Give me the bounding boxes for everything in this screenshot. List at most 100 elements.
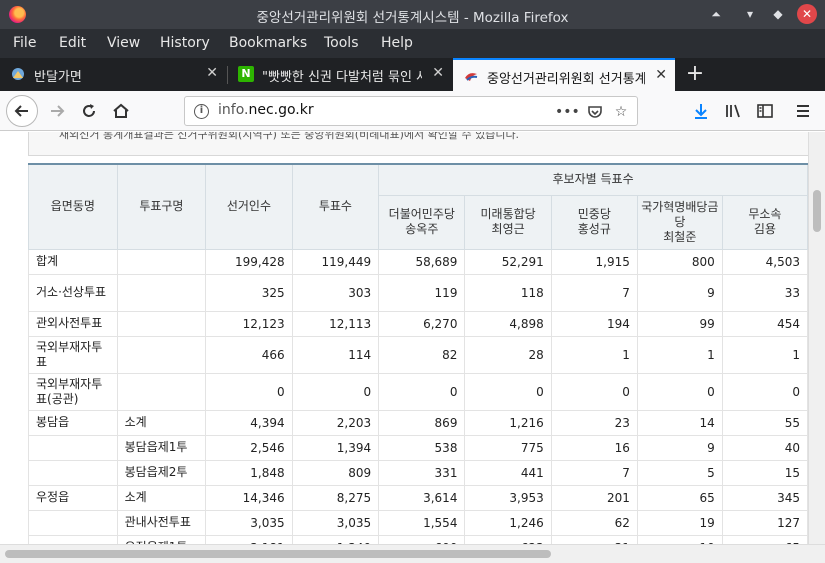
notice-text: 재외선거 통계개표결과는 선거구위원회(지역구) 또는 중앙위원회(비례대표)에… xyxy=(28,132,808,156)
reload-button[interactable] xyxy=(74,96,104,126)
value-cell: 4,898 xyxy=(464,311,552,337)
menu-tools[interactable]: Tools xyxy=(324,35,359,51)
collapse-icon[interactable]: ▾ xyxy=(740,5,760,23)
url-bar[interactable]: i info.nec.go.kr ••• ☆ xyxy=(184,96,638,126)
value-cell: 118 xyxy=(464,274,552,312)
bookmark-star-icon[interactable]: ☆ xyxy=(610,101,632,123)
header-voters: 선거인수 xyxy=(205,163,293,250)
pocket-shape xyxy=(588,106,602,118)
header-candidate: 무소속 김용 xyxy=(721,194,808,250)
vertical-scrollbar[interactable] xyxy=(808,132,825,544)
menu-history[interactable]: History xyxy=(160,35,210,51)
candidate-party: 무소속 xyxy=(748,207,782,221)
district-cell xyxy=(28,435,118,461)
value-cell: 3,614 xyxy=(378,485,466,511)
precinct-cell xyxy=(116,336,207,374)
value-cell: 65 xyxy=(721,535,808,544)
precinct-cell xyxy=(116,274,207,312)
horizontal-scrollbar[interactable] xyxy=(0,544,825,563)
value-cell: 127 xyxy=(721,510,808,536)
tab-nec[interactable]: 중앙선거관리위원회 선거통계 ✕ xyxy=(453,58,675,91)
minimize-icon[interactable]: ⏶ xyxy=(706,5,726,23)
value-cell: 303 xyxy=(291,274,380,312)
close-tab-icon[interactable]: ✕ xyxy=(432,65,444,81)
value-cell: 1 xyxy=(636,336,723,374)
hamburger-menu-button[interactable] xyxy=(788,96,818,126)
horizontal-scroll-thumb[interactable] xyxy=(5,550,551,558)
value-cell: 1,394 xyxy=(291,435,380,461)
menu-view[interactable]: View xyxy=(107,35,140,51)
value-cell: 194 xyxy=(550,311,638,337)
header-candidate: 더불어민주당 송옥주 xyxy=(378,194,466,250)
value-cell: 0 xyxy=(721,373,808,411)
value-cell: 23 xyxy=(550,410,638,436)
table-row: 거소·선상투표 325 303 119 118 7 9 33 xyxy=(28,274,808,312)
value-cell: 12,123 xyxy=(205,311,293,337)
candidate-name: 최철준 xyxy=(663,229,697,244)
close-tab-icon[interactable]: ✕ xyxy=(655,67,667,83)
precinct-cell: 봉담읍제1투 xyxy=(116,435,207,461)
value-cell: 9 xyxy=(636,435,723,461)
new-tab-button[interactable]: + xyxy=(683,62,707,86)
value-cell: 4,503 xyxy=(721,249,808,275)
value-cell: 52,291 xyxy=(464,249,552,275)
tab-bandal[interactable]: 반달가면 ✕ xyxy=(0,58,226,91)
menu-bar: File Edit View History Bookmarks Tools H… xyxy=(0,29,825,58)
value-cell: 14 xyxy=(636,410,723,436)
value-cell: 31 xyxy=(550,535,638,544)
value-cell: 201 xyxy=(550,485,638,511)
naver-favicon-icon: N xyxy=(238,66,254,82)
downloads-button[interactable] xyxy=(686,96,716,126)
vertical-scroll-thumb[interactable] xyxy=(813,190,821,232)
precinct-cell: 소계 xyxy=(116,410,207,436)
value-cell: 466 xyxy=(205,336,293,374)
value-cell: 7 xyxy=(550,460,638,486)
value-cell: 0 xyxy=(205,373,293,411)
table-row: 봉담읍제1투 2,546 1,394 538 775 16 9 40 xyxy=(28,435,808,461)
value-cell: 809 xyxy=(291,460,380,486)
hamburger-icon xyxy=(797,105,809,117)
menu-file[interactable]: File xyxy=(13,35,36,51)
header-district: 읍면동명 xyxy=(28,163,118,250)
value-cell: 1,216 xyxy=(464,410,552,436)
value-cell: 55 xyxy=(721,410,808,436)
district-cell xyxy=(28,535,118,544)
header-candidate: 민중당 홍성규 xyxy=(550,194,638,250)
menu-edit[interactable]: Edit xyxy=(59,35,86,51)
value-cell: 7 xyxy=(550,274,638,312)
sidebar-icon xyxy=(757,104,773,118)
value-cell: 0 xyxy=(636,373,723,411)
value-cell: 119 xyxy=(378,274,466,312)
menu-bookmarks[interactable]: Bookmarks xyxy=(229,35,307,51)
value-cell: 623 xyxy=(464,535,552,544)
value-cell: 8,275 xyxy=(291,485,380,511)
maximize-icon[interactable]: ◆ xyxy=(768,5,788,23)
url-domain: nec.go.kr xyxy=(248,102,314,118)
site-info-icon[interactable]: i xyxy=(194,104,209,119)
forward-button[interactable] xyxy=(42,96,72,126)
value-cell: 0 xyxy=(464,373,552,411)
sidebar-button[interactable] xyxy=(750,96,780,126)
library-button[interactable] xyxy=(718,96,748,126)
candidate-party: 국가혁명배당금당 xyxy=(641,199,719,229)
precinct-cell xyxy=(116,311,207,337)
precinct-cell xyxy=(116,373,207,411)
district-cell: 봉담읍 xyxy=(28,410,118,436)
value-cell: 3,035 xyxy=(291,510,380,536)
page-actions-icon[interactable]: ••• xyxy=(555,101,580,123)
district-cell: 우정읍 xyxy=(28,485,118,511)
url-text[interactable]: info.nec.go.kr xyxy=(218,102,314,118)
menu-help[interactable]: Help xyxy=(381,35,413,51)
close-window-icon[interactable]: ✕ xyxy=(797,4,817,24)
back-arrow-icon xyxy=(14,105,28,117)
value-cell: 5 xyxy=(636,460,723,486)
download-icon xyxy=(695,104,707,119)
home-button[interactable] xyxy=(106,96,136,126)
pocket-icon[interactable] xyxy=(584,101,606,123)
tab-naver[interactable]: N "빳빳한 신권 다발처럼 묶인 사 ✕ xyxy=(228,58,452,91)
back-button[interactable] xyxy=(6,95,38,127)
bandal-favicon-icon xyxy=(12,68,24,80)
close-tab-icon[interactable]: ✕ xyxy=(206,65,218,81)
value-cell: 1,340 xyxy=(291,535,380,544)
value-cell: 58,689 xyxy=(378,249,466,275)
